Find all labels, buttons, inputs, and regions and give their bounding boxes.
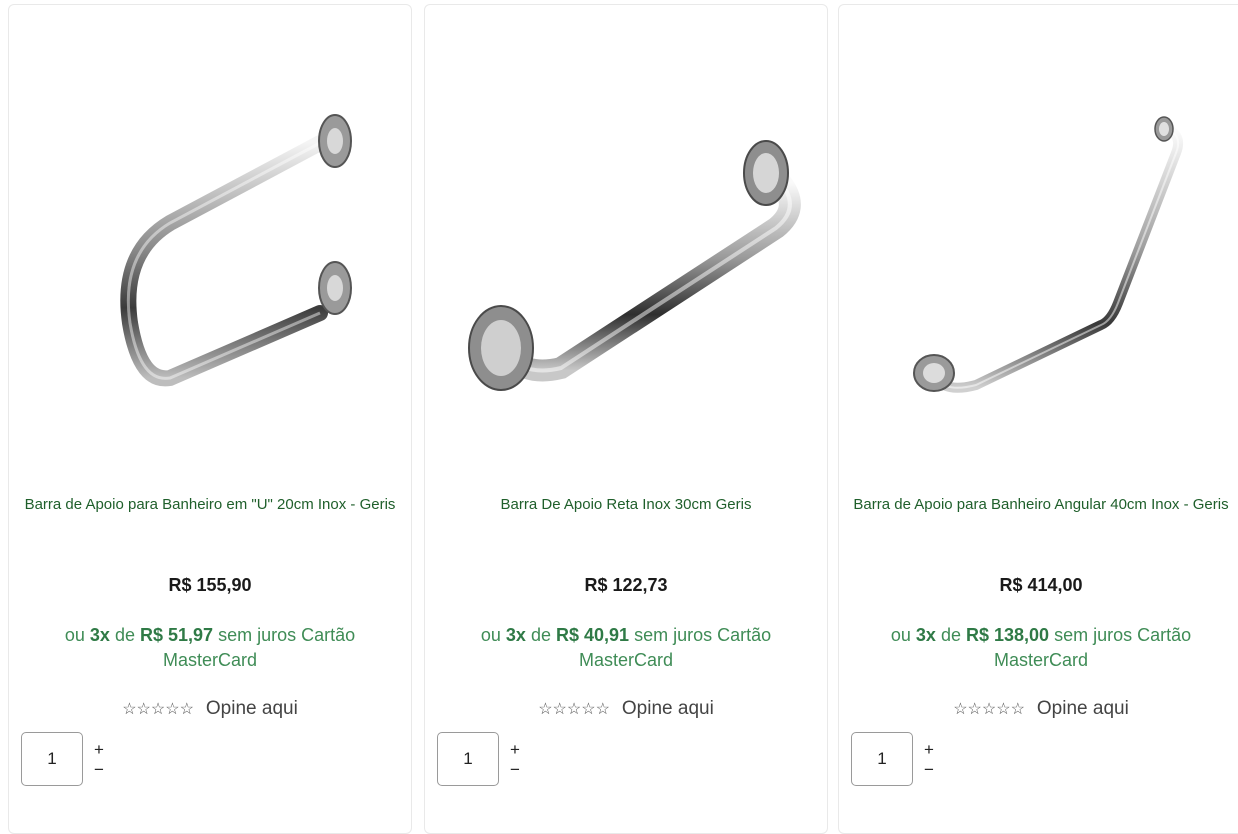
product-price: R$ 155,90 (168, 575, 252, 595)
installment-count: 3x (915, 625, 936, 645)
product-card[interactable]: Barra de Apoio para Banheiro Angular 40c… (838, 4, 1238, 834)
star-rating-icon[interactable]: ☆☆☆☆☆ (122, 699, 194, 719)
star-rating-icon[interactable]: ☆☆☆☆☆ (538, 699, 610, 719)
installment-info: ou 3x de R$ 40,91 sem juros Cartão Maste… (455, 623, 797, 673)
installment-prefix: ou (64, 625, 85, 645)
installment-count: 3x (89, 625, 110, 645)
quantity-stepper: + − (507, 740, 523, 780)
product-card[interactable]: Barra de Apoio para Banheiro em "U" 20cm… (8, 4, 412, 834)
quantity-stepper: + − (921, 740, 937, 780)
increment-button[interactable]: + (507, 740, 523, 760)
decrement-button[interactable]: − (921, 760, 937, 780)
product-title[interactable]: Barra de Apoio para Banheiro em "U" 20cm… (19, 495, 401, 514)
angular-grab-bar-icon (913, 116, 1184, 393)
decrement-button[interactable]: − (507, 760, 523, 780)
increment-button[interactable]: + (91, 740, 107, 760)
product-image[interactable] (9, 53, 411, 463)
quantity-input[interactable]: 1 (851, 732, 913, 786)
product-grid: Barra de Apoio para Banheiro em "U" 20cm… (0, 0, 1238, 834)
rating: ☆☆☆☆☆ Opine aqui (839, 698, 1238, 720)
installment-prefix: ou (890, 625, 911, 645)
installment-info: ou 3x de R$ 138,00 sem juros Cartão Mast… (869, 623, 1213, 673)
installment-middle: de (114, 625, 135, 645)
installment-amount: R$ 51,97 (140, 625, 214, 645)
product-price: R$ 122,73 (584, 575, 668, 595)
star-rating-icon[interactable]: ☆☆☆☆☆ (953, 699, 1025, 719)
quantity-input[interactable]: 1 (437, 732, 499, 786)
increment-button[interactable]: + (921, 740, 937, 760)
installment-info: ou 3x de R$ 51,97 sem juros Cartão Maste… (39, 623, 381, 673)
decrement-button[interactable]: − (91, 760, 107, 780)
review-link[interactable]: Opine aqui (1037, 698, 1129, 720)
review-link[interactable]: Opine aqui (622, 698, 714, 720)
quantity-stepper: + − (91, 740, 107, 780)
rating: ☆☆☆☆☆ Opine aqui (425, 698, 827, 720)
product-title[interactable]: Barra de Apoio para Banheiro Angular 40c… (849, 495, 1233, 514)
product-card[interactable]: Barra De Apoio Reta Inox 30cm Geris R$ 1… (424, 4, 828, 834)
straight-grab-bar-icon (468, 140, 801, 391)
product-price: R$ 414,00 (999, 575, 1083, 595)
installment-amount: R$ 138,00 (965, 625, 1050, 645)
rating: ☆☆☆☆☆ Opine aqui (9, 698, 411, 720)
installment-amount: R$ 40,91 (556, 625, 630, 645)
installment-middle: de (940, 625, 961, 645)
installment-count: 3x (505, 625, 526, 645)
installment-prefix: ou (480, 625, 501, 645)
product-title[interactable]: Barra De Apoio Reta Inox 30cm Geris (435, 495, 817, 514)
installment-middle: de (530, 625, 551, 645)
review-link[interactable]: Opine aqui (206, 698, 298, 720)
quantity-input[interactable]: 1 (21, 732, 83, 786)
product-image[interactable] (425, 53, 827, 463)
u-shaped-grab-bar-icon (120, 114, 352, 387)
product-image[interactable] (839, 53, 1238, 463)
